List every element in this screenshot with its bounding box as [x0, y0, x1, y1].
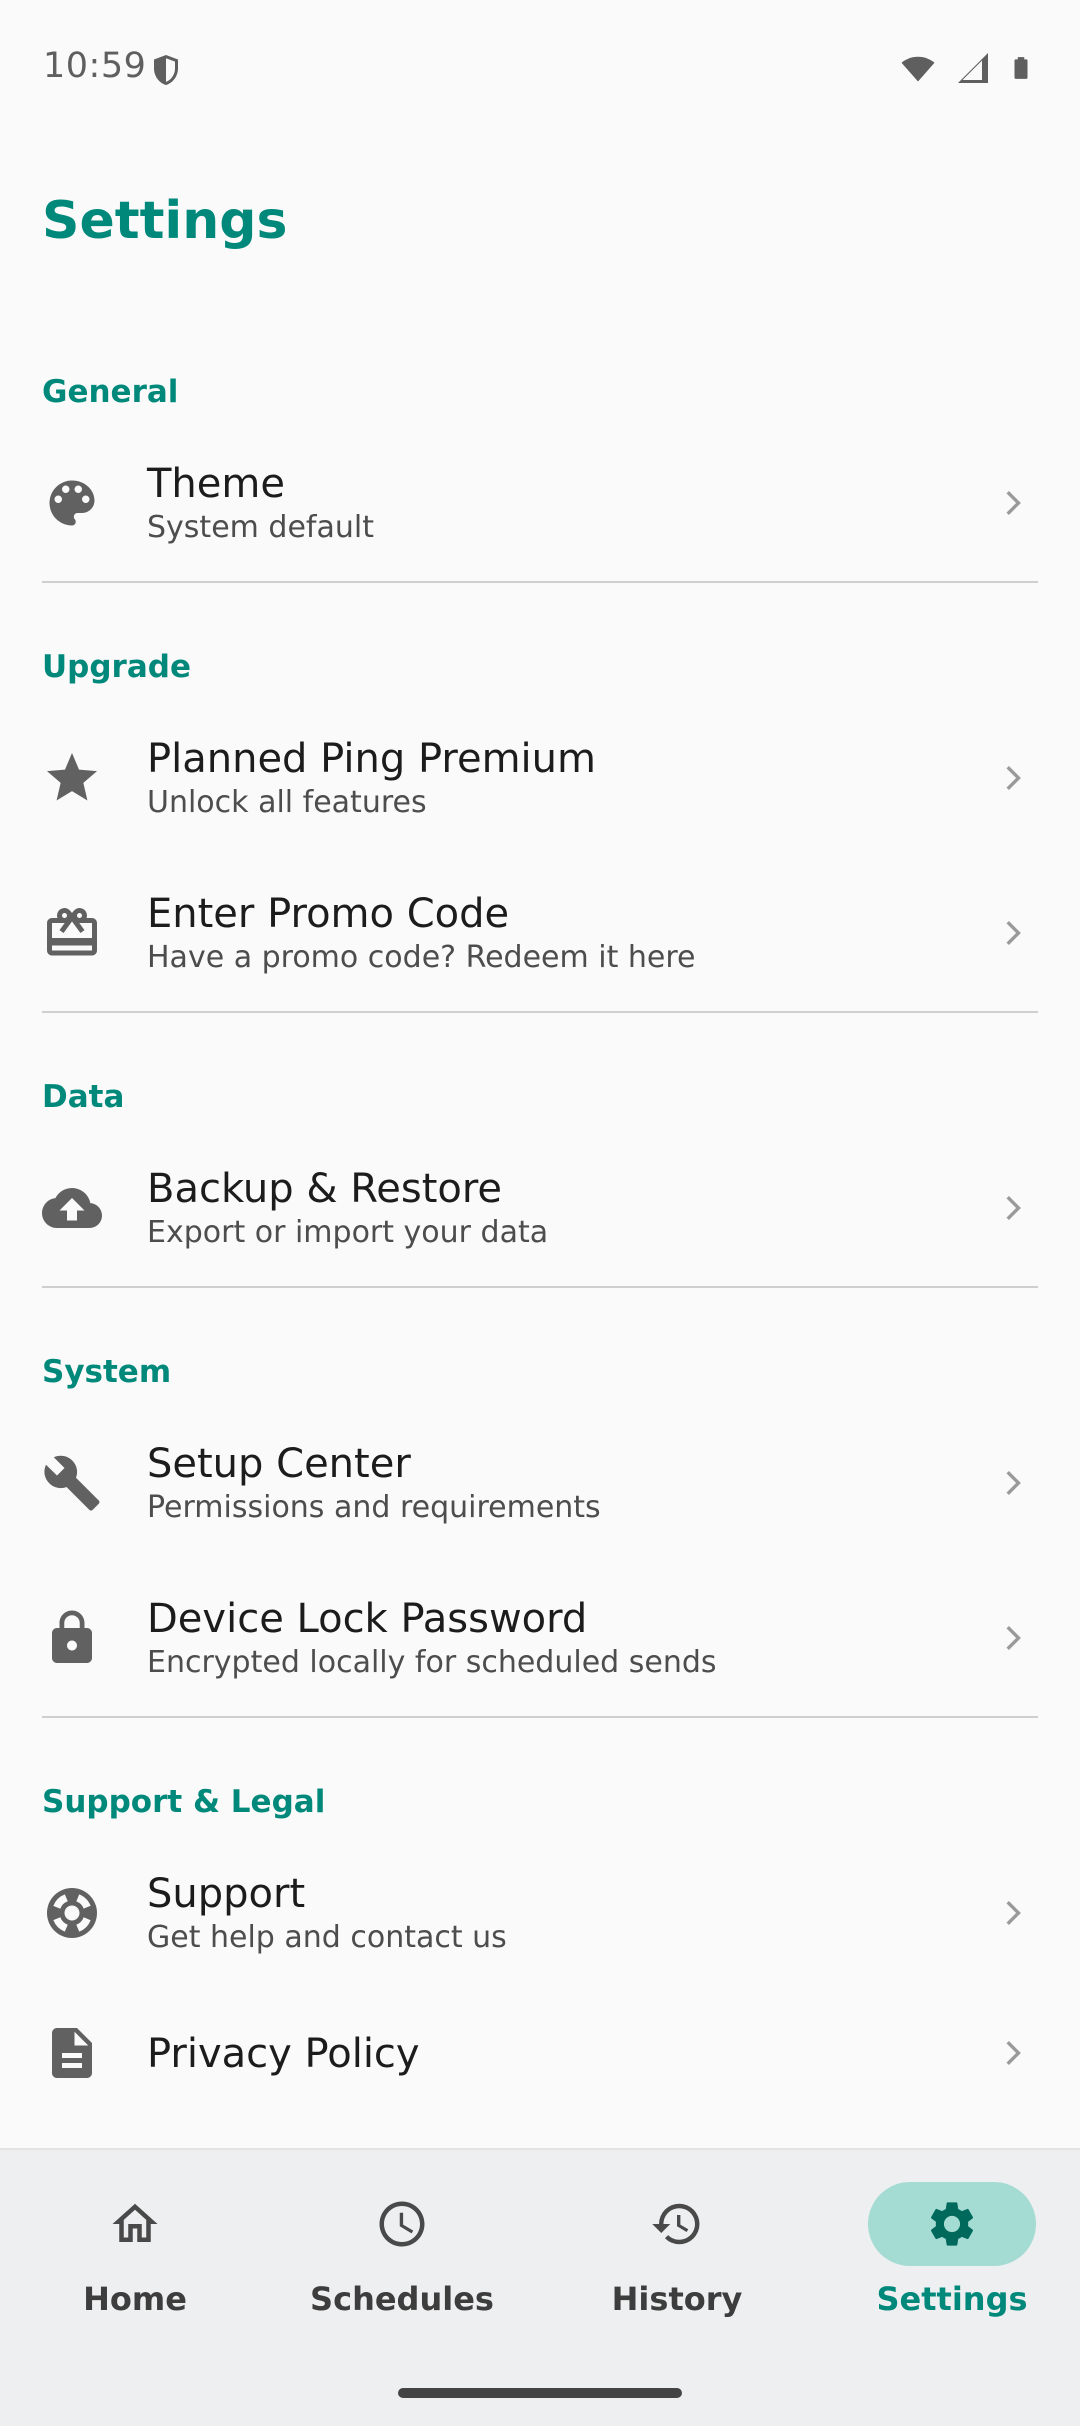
chevron-right-icon — [996, 2035, 1032, 2071]
chevron-right-icon — [996, 1895, 1032, 1931]
home-icon — [51, 2182, 219, 2266]
settings-row-privacy-policy[interactable]: Privacy Policy — [0, 1978, 1080, 2128]
clock-icon — [318, 2182, 486, 2266]
row-title: Setup Center — [147, 1441, 411, 1487]
gear-icon — [868, 2182, 1036, 2266]
status-time: 10:59 — [43, 46, 147, 86]
wifi-icon — [898, 50, 938, 90]
divider — [42, 1286, 1038, 1288]
battery-icon — [1008, 50, 1034, 90]
shield-icon — [148, 51, 184, 89]
chevron-right-icon — [996, 1190, 1032, 1226]
settings-row-support[interactable]: Support Get help and contact us — [0, 1838, 1080, 1988]
chevron-right-icon — [996, 915, 1032, 951]
row-title: Backup & Restore — [147, 1166, 503, 1212]
section-header-data: Data — [42, 1079, 125, 1115]
chevron-right-icon — [996, 1620, 1032, 1656]
status-bar: 10:59 — [0, 0, 1080, 140]
section-header-general: General — [42, 374, 179, 410]
divider — [42, 1011, 1038, 1013]
row-title: Enter Promo Code — [147, 891, 510, 937]
divider — [42, 581, 1038, 583]
gift-card-icon — [42, 903, 102, 963]
nav-item-schedules[interactable]: Schedules — [267, 2150, 537, 2350]
section-header-support-legal: Support & Legal — [42, 1784, 326, 1820]
nav-label: Settings — [876, 2280, 1028, 2318]
status-icons — [898, 52, 1034, 88]
nav-label: History — [611, 2280, 743, 2318]
divider — [42, 1716, 1038, 1718]
row-subtitle: Permissions and requirements — [147, 1490, 601, 1525]
nav-label: Schedules — [310, 2280, 494, 2318]
lifebuoy-icon — [42, 1883, 102, 1943]
row-subtitle: Unlock all features — [147, 785, 427, 820]
row-subtitle: Get help and contact us — [147, 1920, 507, 1955]
palette-icon — [42, 473, 102, 533]
cloud-upload-icon — [42, 1178, 102, 1238]
chevron-right-icon — [996, 760, 1032, 796]
settings-row-theme[interactable]: Theme System default — [0, 428, 1080, 578]
cellular-icon — [954, 50, 992, 90]
nav-label: Home — [83, 2280, 187, 2318]
page-title: Settings — [42, 191, 288, 251]
row-subtitle: Encrypted locally for scheduled sends — [147, 1645, 717, 1680]
chevron-right-icon — [996, 1465, 1032, 1501]
lock-icon — [42, 1608, 102, 1668]
row-subtitle: System default — [147, 510, 374, 545]
settings-row-setup-center[interactable]: Setup Center Permissions and requirement… — [0, 1408, 1080, 1558]
settings-row-premium[interactable]: Planned Ping Premium Unlock all features — [0, 703, 1080, 853]
settings-row-device-lock[interactable]: Device Lock Password Encrypted locally f… — [0, 1563, 1080, 1713]
nav-item-history[interactable]: History — [542, 2150, 812, 2350]
row-subtitle: Have a promo code? Redeem it here — [147, 940, 696, 975]
wrench-icon — [42, 1453, 102, 1513]
history-icon — [593, 2182, 761, 2266]
home-gesture-bar[interactable] — [398, 2388, 682, 2398]
row-title: Planned Ping Premium — [147, 736, 596, 782]
star-icon — [42, 748, 102, 808]
row-title: Support — [147, 1871, 306, 1917]
row-title: Device Lock Password — [147, 1596, 588, 1642]
row-subtitle: Export or import your data — [147, 1215, 549, 1250]
settings-row-promo-code[interactable]: Enter Promo Code Have a promo code? Rede… — [0, 858, 1080, 1008]
row-title: Privacy Policy — [147, 2031, 420, 2077]
nav-item-settings[interactable]: Settings — [817, 2150, 1080, 2350]
chevron-right-icon — [996, 485, 1032, 521]
section-header-upgrade: Upgrade — [42, 649, 191, 685]
bottom-navigation: Home Schedules History Settings — [0, 2148, 1080, 2426]
section-header-system: System — [42, 1354, 172, 1390]
settings-row-backup[interactable]: Backup & Restore Export or import your d… — [0, 1133, 1080, 1283]
row-title: Theme — [147, 461, 285, 507]
document-icon — [42, 2023, 102, 2083]
nav-item-home[interactable]: Home — [0, 2150, 270, 2350]
